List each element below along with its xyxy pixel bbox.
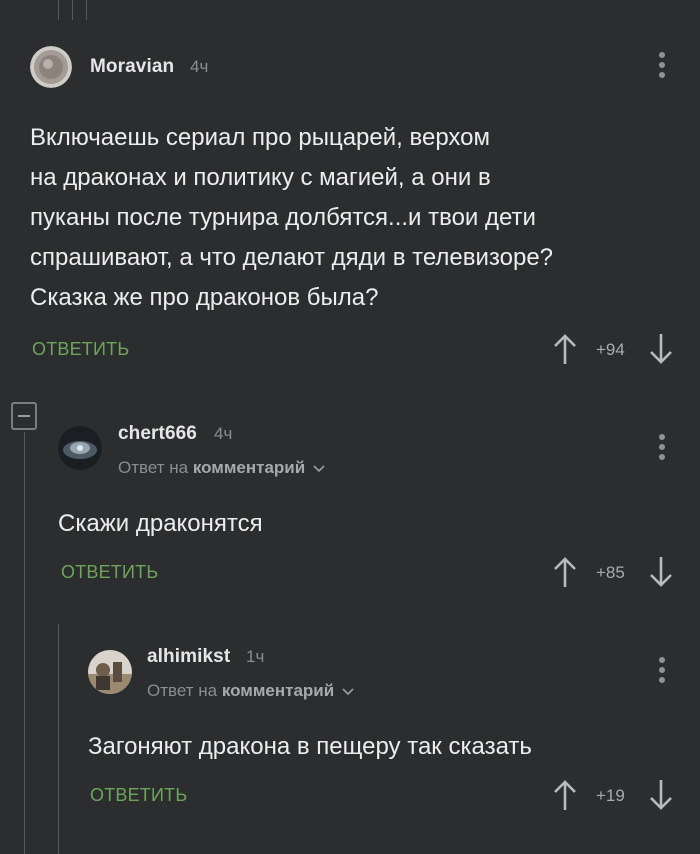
chevron-down-icon[interactable]: [342, 686, 354, 696]
vote-score: +19: [596, 786, 625, 805]
comment-text: Скажи драконятся: [58, 504, 658, 544]
avatar[interactable]: [88, 650, 132, 694]
downvote-icon[interactable]: [646, 777, 676, 813]
reply-to-link[interactable]: Ответ на комментарий: [118, 458, 325, 478]
comment-text-line: спрашивают, а что делают дяди в телевизо…: [30, 244, 554, 271]
upvote-icon[interactable]: [550, 777, 580, 813]
username[interactable]: chert666: [118, 423, 197, 445]
comment-text-line: Включаешь сериал про рыцарей, верхом: [30, 124, 490, 151]
reply-to-link[interactable]: Ответ на комментарий: [147, 681, 354, 701]
comment-text-line: Сказка же про драконов была?: [30, 284, 379, 311]
more-menu-icon[interactable]: [652, 50, 672, 80]
thread-line[interactable]: [58, 624, 59, 854]
reply-to-target[interactable]: комментарий: [222, 681, 334, 700]
timestamp: 1ч: [246, 647, 265, 666]
username[interactable]: Moravian: [90, 56, 174, 78]
downvote-icon[interactable]: [646, 331, 676, 367]
timestamp: 4ч: [190, 57, 209, 76]
username[interactable]: alhimikst: [147, 646, 230, 668]
more-menu-icon[interactable]: [652, 432, 672, 462]
more-menu-icon[interactable]: [652, 655, 672, 685]
thread-line: [72, 0, 73, 20]
thread-line[interactable]: [24, 432, 25, 854]
comment-text: Включаешь сериал про рыцарей, верхом на …: [30, 118, 680, 318]
reply-button[interactable]: ОТВЕТИТЬ: [61, 562, 158, 583]
upvote-icon[interactable]: [550, 554, 580, 590]
reply-to-prefix: Ответ на: [147, 681, 218, 700]
collapse-thread-button[interactable]: [11, 402, 37, 430]
reply-button[interactable]: ОТВЕТИТЬ: [32, 339, 129, 360]
avatar[interactable]: [58, 426, 102, 470]
downvote-icon[interactable]: [646, 554, 676, 590]
avatar[interactable]: [30, 46, 72, 88]
chevron-down-icon[interactable]: [313, 463, 325, 473]
vote-score: +85: [596, 563, 625, 582]
comment-text: Загоняют дракона в пещеру так сказать: [88, 727, 678, 767]
reply-to-target[interactable]: комментарий: [193, 458, 305, 477]
comment-text-line: пуканы после турнира долбятся...и твои д…: [30, 204, 536, 231]
upvote-icon[interactable]: [550, 331, 580, 367]
vote-score: +94: [596, 340, 625, 359]
comment-text-line: Скажи драконятся: [58, 510, 263, 537]
comment-text-line: Загоняют дракона в пещеру так сказать: [88, 733, 532, 760]
thread-line: [58, 0, 59, 20]
thread-line: [86, 0, 87, 20]
timestamp: 4ч: [214, 424, 233, 443]
reply-button[interactable]: ОТВЕТИТЬ: [90, 785, 187, 806]
comment-text-line: на драконах и политику с магией, а они в: [30, 164, 491, 191]
reply-to-prefix: Ответ на: [118, 458, 189, 477]
